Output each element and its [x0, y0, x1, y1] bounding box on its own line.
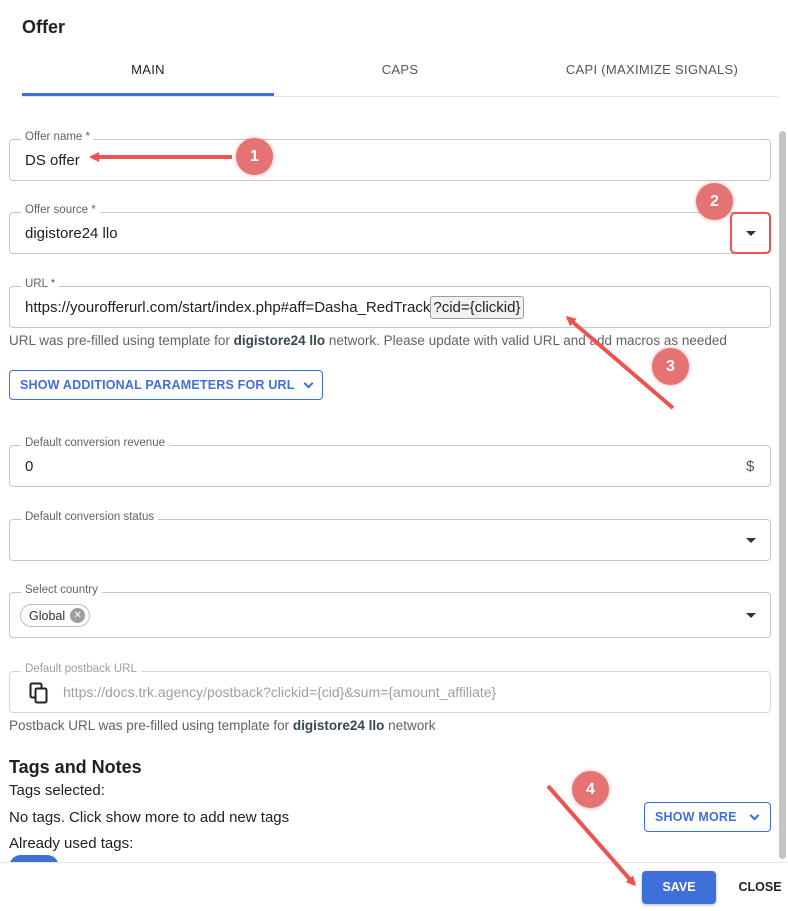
dialog-title: Offer [22, 17, 66, 37]
tags-selected-label: Tags selected: [9, 782, 105, 799]
tab-capi[interactable]: CAPI (MAXIMIZE SIGNALS) [526, 54, 778, 96]
conversion-revenue-value: 0 [25, 458, 34, 475]
url-label: URL * [21, 278, 60, 290]
dropdown-caret-icon[interactable] [746, 538, 756, 543]
tags-empty-text: No tags. Click show more to add new tags [9, 809, 290, 826]
conversion-status-label: Default conversion status [21, 511, 159, 523]
scrollbar[interactable] [779, 131, 786, 859]
show-additional-params-button[interactable]: SHOW ADDITIONAL PARAMETERS FOR URL [9, 370, 323, 400]
tab-caps[interactable]: CAPS [274, 54, 526, 96]
url-field[interactable]: URL * https://yourofferurl.com/start/ind… [9, 278, 771, 328]
offer-source-label: Offer source * [21, 204, 100, 216]
postback-url-field[interactable]: Default postback URL https://docs.trk.ag… [9, 663, 771, 713]
postback-helper-text: Postback URL was pre-filled using templa… [9, 718, 436, 733]
offer-source-value: digistore24 llo [25, 225, 118, 242]
chevron-down-icon [303, 378, 314, 388]
url-value: https://yourofferurl.com/start/index.php… [25, 296, 524, 319]
chevron-down-icon [749, 810, 760, 820]
tab-main[interactable]: MAIN [22, 54, 274, 96]
conversion-status-select[interactable]: Default conversion status [9, 511, 771, 561]
show-more-label: SHOW MORE [655, 810, 737, 824]
annotation-badge-4: 4 [572, 771, 609, 808]
annotation-badge-1: 1 [236, 138, 273, 175]
country-select[interactable]: Select country Global ✕ [9, 584, 771, 638]
conversion-revenue-field[interactable]: Default conversion revenue 0 $ [9, 437, 771, 487]
url-base: https://yourofferurl.com/start/index.php… [25, 299, 431, 316]
offer-name-field[interactable]: Offer name * DS offer [9, 131, 771, 181]
copy-icon[interactable] [29, 682, 49, 704]
offer-name-value: DS offer [25, 152, 80, 169]
url-macro-highlight: ?cid={clickid} [430, 296, 524, 319]
tab-bar: MAIN CAPS CAPI (MAXIMIZE SIGNALS) [22, 54, 778, 97]
country-chip-label: Global [29, 608, 66, 623]
dropdown-caret-icon[interactable] [746, 613, 756, 618]
country-chip[interactable]: Global ✕ [20, 604, 91, 627]
annotation-badge-2: 2 [696, 183, 733, 220]
close-button[interactable]: CLOSE [733, 871, 787, 904]
postback-url-label: Default postback URL [21, 663, 141, 675]
postback-url-placeholder: https://docs.trk.agency/postback?clickid… [63, 684, 497, 700]
chip-remove-icon[interactable]: ✕ [70, 608, 86, 623]
active-tab-indicator [22, 93, 274, 96]
country-label: Select country [21, 584, 102, 596]
tags-heading: Tags and Notes [9, 757, 142, 777]
dropdown-caret-icon[interactable] [746, 231, 756, 236]
save-button[interactable]: SAVE [642, 871, 716, 904]
annotation-badge-3: 3 [652, 348, 689, 385]
currency-symbol: $ [746, 458, 755, 475]
show-additional-params-label: SHOW ADDITIONAL PARAMETERS FOR URL [20, 378, 295, 392]
offer-source-select[interactable]: Offer source * digistore24 llo [9, 204, 771, 254]
offer-name-label: Offer name * [21, 131, 94, 143]
url-helper-text: URL was pre-filled using template for di… [9, 333, 727, 348]
show-more-button[interactable]: SHOW MORE [644, 802, 771, 832]
used-tags-label: Already used tags: [9, 835, 134, 852]
conversion-revenue-label: Default conversion revenue [21, 437, 169, 449]
